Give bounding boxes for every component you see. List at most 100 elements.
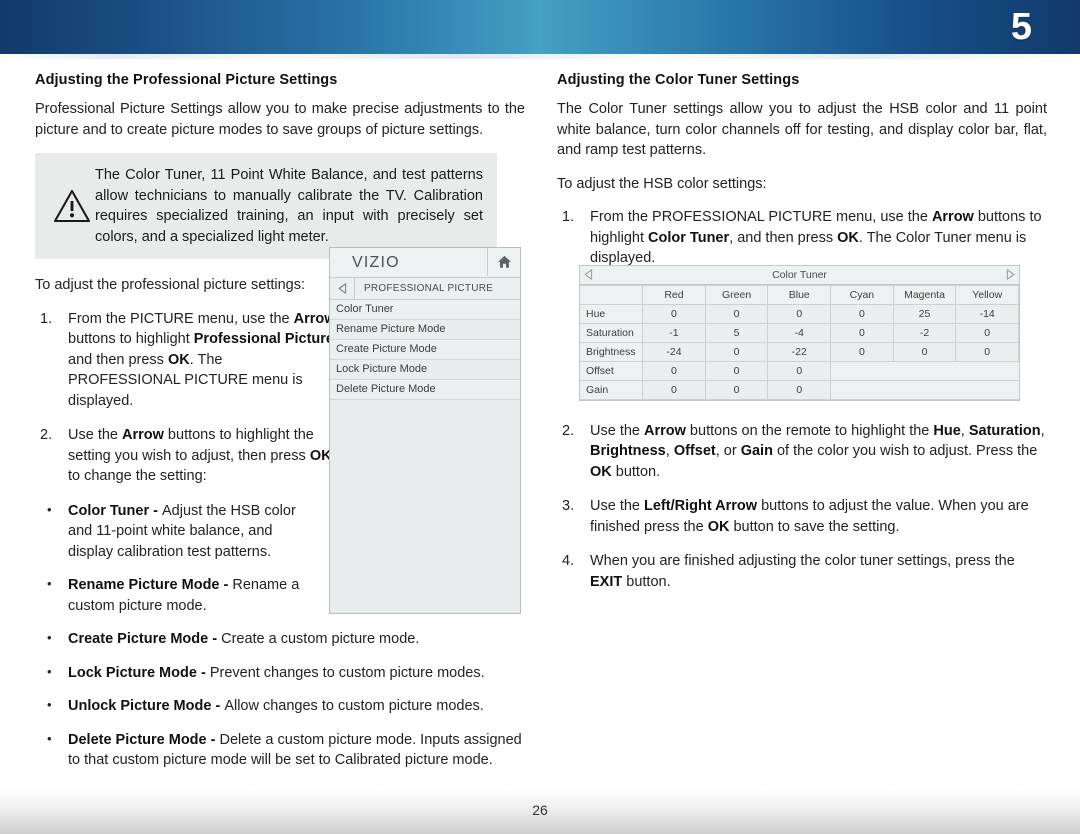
emphasis-text: Color Tuner - [68, 502, 162, 519]
color-tuner-value-cell[interactable]: 0 [642, 304, 706, 324]
page-number: 26 [532, 802, 548, 818]
calibration-note-box: The Color Tuner, 11 Point White Balance,… [35, 153, 497, 259]
emphasis-text: Gain [740, 443, 773, 459]
emphasis-text: OK [590, 463, 612, 480]
color-tuner-value-cell[interactable]: 0 [704, 380, 769, 400]
warning-triangle-icon [49, 189, 95, 223]
color-tuner-value-cell[interactable]: -1 [642, 323, 706, 343]
left-arrow-icon[interactable] [584, 268, 593, 286]
color-tuner-value-cell[interactable]: 0 [704, 304, 769, 324]
color-tuner-title-bar: Color Tuner [580, 266, 1019, 285]
color-tuner-value-cell[interactable]: 0 [830, 342, 894, 362]
emphasis-text: Lock Picture Mode - [68, 664, 210, 681]
color-tuner-row-label: Hue [580, 304, 644, 324]
emphasis-text: OK [167, 351, 190, 368]
step-number: 3. [562, 498, 575, 514]
color-tuner-body: Hue 0 0 0 0 25 -14 Saturation -1 5 -4 0 -2 0 Brightnes… [580, 304, 1019, 400]
color-tuner-table-panel[interactable]: Color Tuner Red Green Blue Cyan Magenta Yello… [579, 265, 1020, 401]
right-lead-in: To adjust the HSB color settings: [557, 175, 767, 192]
color-tuner-value-cell[interactable]: -22 [767, 342, 832, 362]
color-tuner-row-label: Gain [580, 380, 644, 400]
color-tuner-value-cell[interactable]: 0 [704, 361, 769, 381]
emphasis-text: Arrow [644, 422, 686, 439]
tv-menu-item[interactable]: Delete Picture Mode [330, 380, 520, 400]
bullet-item: Color Tuner - Adjust the HSB color and 1… [35, 500, 303, 563]
vizio-logo: VIZIO [352, 253, 400, 271]
bullet-item: Unlock Picture Mode - Allow changes to c… [35, 695, 525, 717]
tv-menu-item[interactable]: Color Tuner [330, 300, 520, 320]
emphasis-text: EXIT [590, 573, 623, 590]
step-text: When you are finished adjusting the colo… [590, 553, 1015, 590]
step-number: 2. [562, 422, 575, 439]
tv-menu-item[interactable]: Lock Picture Mode [330, 360, 520, 380]
color-tuner-value-cell[interactable]: 0 [767, 380, 832, 400]
emphasis-text: Brightness [590, 443, 666, 459]
bullet-item: Delete Picture Mode - Delete a custom pi… [35, 729, 525, 771]
page-footer: 26 [0, 788, 1080, 834]
color-tuner-row: Hue 0 0 0 0 25 -14 [580, 304, 1019, 324]
right-steps-list-first: 1. From the PROFESSIONAL PICTURE menu, us… [557, 207, 1047, 269]
emphasis-text: OK [837, 229, 859, 246]
color-tuner-value-cell[interactable]: -2 [892, 323, 957, 343]
calibration-note-text: The Color Tuner, 11 Point White Balance,… [95, 167, 483, 245]
emphasis-text: Rename Picture Mode - [68, 577, 233, 593]
left-intro-paragraph: Professional Picture Settings allow you … [35, 101, 525, 138]
color-tuner-column-header: Magenta [892, 285, 957, 305]
tv-menu-titlebar: VIZIO [330, 248, 520, 278]
color-tuner-value-cell[interactable]: 0 [767, 304, 832, 324]
tv-professional-picture-menu[interactable]: VIZIO PROFESSIONAL PICTURE Color Tuner Re… [329, 247, 521, 614]
color-tuner-value-cell[interactable]: 0 [892, 342, 957, 362]
right-arrow-icon[interactable] [1006, 268, 1015, 286]
step-text: From the PROFESSIONAL PICTURE menu, use … [590, 209, 1042, 266]
step-item: 2. Use the Arrow buttons on the remote to… [557, 421, 1047, 483]
color-tuner-value-cell[interactable]: 0 [830, 304, 894, 324]
step-item: 2. Use the Arrow buttons to highlight the… [35, 425, 338, 487]
emphasis-text: Offset [673, 443, 716, 459]
color-tuner-value-cell[interactable]: -14 [955, 304, 1019, 324]
tv-menu-breadcrumb-label: PROFESSIONAL PICTURE [364, 283, 494, 294]
color-tuner-empty-cell [830, 361, 1019, 381]
color-tuner-value-cell[interactable]: 0 [767, 361, 832, 381]
color-tuner-value-cell[interactable]: 5 [704, 323, 769, 343]
color-tuner-value-cell[interactable]: 0 [830, 323, 894, 343]
step-number: 1. [40, 310, 53, 327]
step-text: Use the Arrow buttons on the remote to h… [590, 422, 1045, 480]
chapter-number: 5 [1010, 6, 1032, 48]
emphasis-text: Create Picture Mode - [68, 631, 222, 647]
emphasis-text: Color Tuner [648, 229, 730, 246]
tv-menu-item[interactable]: Create Picture Mode [330, 340, 520, 360]
color-tuner-value-cell[interactable]: 25 [892, 304, 957, 324]
color-tuner-column-header: Cyan [830, 285, 894, 305]
home-icon[interactable] [487, 248, 520, 276]
color-tuner-column-header: Green [704, 285, 769, 305]
color-tuner-corner-cell [580, 285, 644, 305]
color-tuner-row-label: Saturation [580, 323, 644, 343]
step-item: 3. Use the Left/Right Arrow buttons to ad… [557, 496, 1047, 537]
color-tuner-value-cell[interactable]: 0 [642, 380, 706, 400]
bullet-item: Create Picture Mode - Create a custom pi… [35, 628, 525, 650]
emphasis-text: Hue [933, 422, 961, 439]
color-tuner-row-label: Offset [580, 361, 644, 381]
left-section-title: Adjusting the Professional Picture Setti… [35, 72, 338, 88]
color-tuner-value-cell[interactable]: 0 [642, 361, 706, 381]
step-text: Use the Left/Right Arrow buttons to adju… [590, 498, 1029, 535]
color-tuner-column-header: Yellow [955, 285, 1019, 305]
emphasis-text: Professional Picture [193, 331, 334, 347]
color-tuner-value-cell[interactable]: 0 [955, 342, 1019, 362]
emphasis-text: Delete Picture Mode - [68, 731, 220, 748]
step-number: 2. [40, 427, 53, 443]
color-tuner-value-cell[interactable]: 0 [704, 342, 769, 362]
tv-menu-item[interactable]: Rename Picture Mode [330, 320, 520, 340]
tv-menu-empty-area [330, 400, 520, 410]
step-number: 1. [562, 209, 575, 225]
color-tuner-value-cell[interactable]: -4 [767, 323, 832, 343]
color-tuner-column-header: Blue [767, 285, 832, 305]
back-arrow-icon[interactable] [330, 278, 355, 299]
color-tuner-value-cell[interactable]: -24 [642, 342, 706, 362]
right-steps-list-rest: 2. Use the Arrow buttons on the remote to… [557, 421, 1047, 593]
color-tuner-value-cell[interactable]: 0 [955, 323, 1019, 343]
emphasis-text: Saturation [968, 422, 1041, 439]
color-tuner-column-header: Red [642, 285, 706, 305]
step-text: Use the Arrow buttons to highlight the s… [68, 427, 332, 484]
tv-menu-breadcrumb: PROFESSIONAL PICTURE [330, 278, 520, 300]
